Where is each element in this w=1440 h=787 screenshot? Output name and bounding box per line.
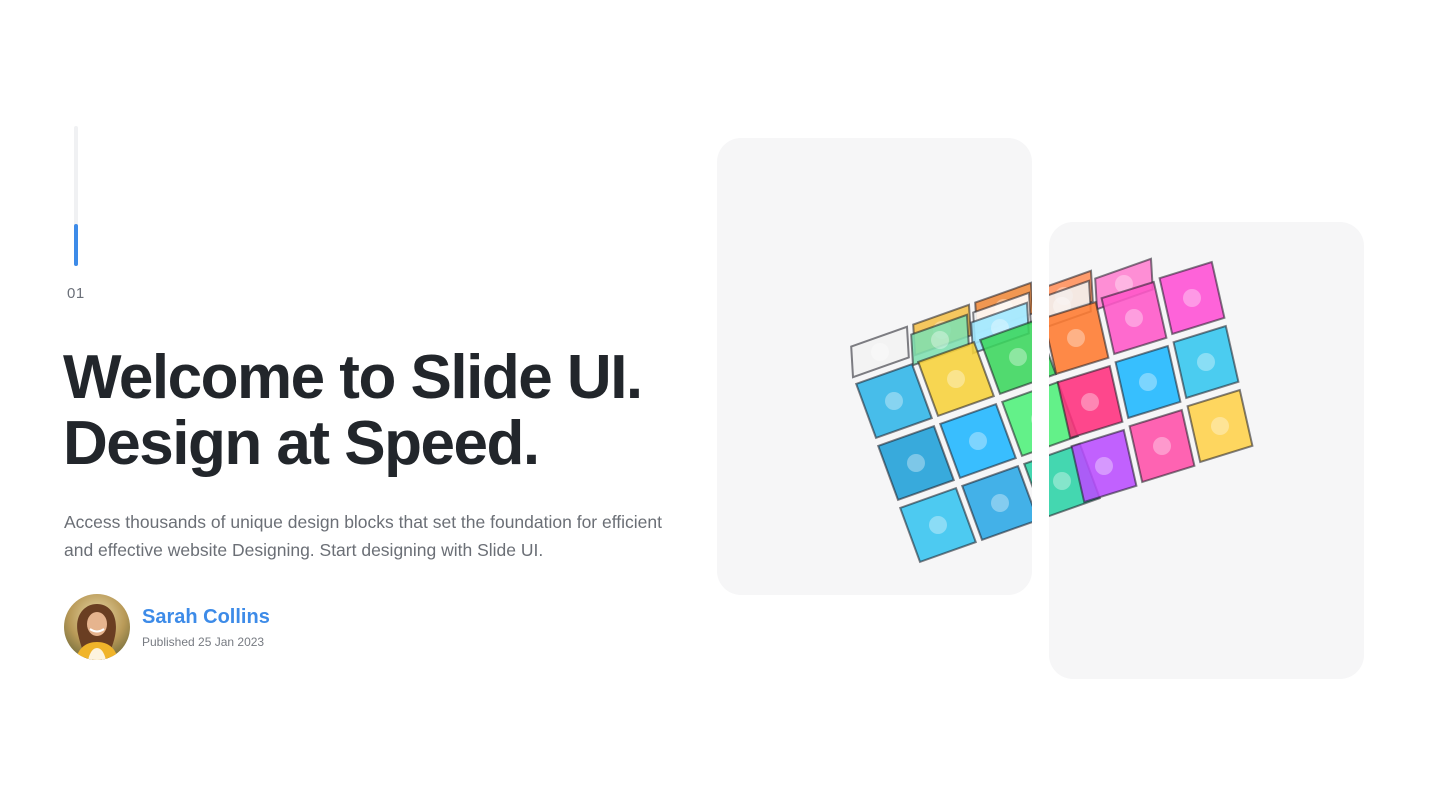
avatar[interactable] bbox=[64, 594, 130, 660]
author-name[interactable]: Sarah Collins bbox=[142, 606, 270, 629]
slide-progress-track bbox=[74, 126, 78, 266]
cube-right-cell-glint bbox=[1125, 309, 1143, 327]
hero-description: Access thousands of unique design blocks… bbox=[64, 512, 662, 560]
cube-top-cell-glint bbox=[871, 343, 889, 361]
cube-right-cell-glint bbox=[1067, 329, 1085, 347]
hero-title-line-1: Welcome to Slide UI. bbox=[63, 343, 643, 412]
cube-right-cell-glint bbox=[1197, 353, 1215, 371]
cube-right-cell-glint bbox=[1183, 289, 1201, 307]
rubiks-cube-icon bbox=[850, 281, 1032, 564]
slide-progress-fill bbox=[74, 224, 78, 266]
published-date: Published 25 Jan 2023 bbox=[142, 634, 265, 649]
author-block: Sarah Collins Published 25 Jan 2023 bbox=[64, 594, 270, 660]
hero-title: Welcome to Slide UI. Design at Speed. bbox=[63, 345, 703, 477]
cube-left-cell-glint bbox=[929, 516, 947, 534]
person-photo-icon bbox=[64, 594, 130, 660]
cube-left-cell-glint bbox=[969, 432, 987, 450]
cube-right-cell-glint bbox=[1081, 393, 1099, 411]
cube-right-cell-glint bbox=[1211, 417, 1229, 435]
author-meta: Sarah Collins Published 25 Jan 2023 bbox=[142, 606, 270, 649]
rubiks-cube-icon bbox=[1049, 257, 1254, 518]
cube-right-cell-glint bbox=[1095, 457, 1113, 475]
cube-left-cell-glint bbox=[885, 392, 903, 410]
cube-right-cell-glint bbox=[1139, 373, 1157, 391]
cube-left-cell-glint bbox=[1053, 472, 1071, 490]
cube-left-cell-glint bbox=[1009, 348, 1027, 366]
cube-left-half bbox=[717, 138, 1032, 595]
cube-top-cell-glint bbox=[931, 331, 949, 349]
cube-left-cell-glint bbox=[907, 454, 925, 472]
cube-left-cell-glint bbox=[947, 370, 965, 388]
cube-left-cell-glint bbox=[991, 494, 1009, 512]
cube-right-half bbox=[1049, 222, 1364, 679]
slide-number: 01 bbox=[67, 285, 85, 302]
hero-title-line-2: Design at Speed. bbox=[63, 409, 540, 478]
cube-right-cell-glint bbox=[1153, 437, 1171, 455]
